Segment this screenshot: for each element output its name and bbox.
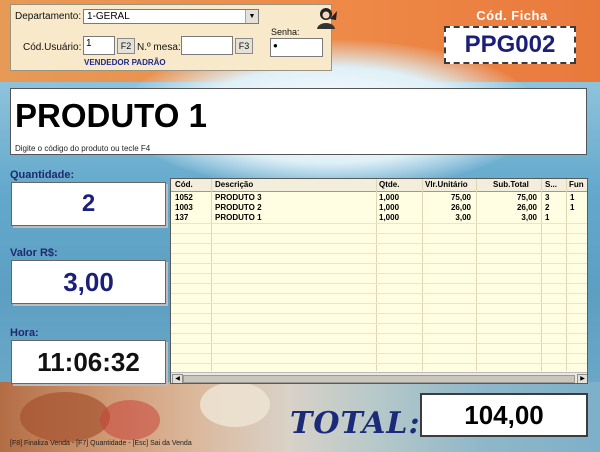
- table-number-label: N.º mesa:: [137, 42, 181, 53]
- price-field[interactable]: 3,00: [11, 260, 166, 304]
- cell-description: PRODUTO 3: [215, 193, 262, 202]
- grid-row-divider: [171, 253, 587, 254]
- password-label: Senha:: [271, 27, 300, 37]
- food-image: [200, 382, 270, 427]
- chevron-down-icon[interactable]: ▼: [245, 10, 258, 23]
- total-amount: 104,00: [420, 393, 588, 437]
- food-image: [100, 400, 160, 440]
- cell-quantity: 1,000: [379, 193, 400, 202]
- pos-screen: Departamento: 1-GERAL ▼ Cód.Usuário: 1 F…: [0, 0, 600, 452]
- grid-row-divider: [171, 303, 587, 304]
- grid-row-divider: [171, 223, 587, 224]
- user-avatar-icon: [317, 8, 337, 29]
- time-label: Hora:: [10, 327, 39, 339]
- grid-row-divider: [171, 333, 587, 334]
- cell-quantity: 1,000: [379, 213, 400, 222]
- ficha-title: Cód. Ficha: [476, 8, 548, 23]
- department-select[interactable]: 1-GERAL ▼: [83, 9, 259, 24]
- table-number-input[interactable]: [181, 36, 233, 55]
- quantity-label: Quantidade:: [10, 169, 75, 181]
- grid-row-divider: [171, 293, 587, 294]
- cell-code: 1003: [175, 203, 193, 212]
- cell-unit-price: 75,00: [450, 193, 471, 202]
- scroll-left-icon[interactable]: ◀: [172, 374, 183, 383]
- cell-subtotal: 3,00: [521, 213, 537, 222]
- cell-description: PRODUTO 2: [215, 203, 262, 212]
- column-header-fun[interactable]: Fun: [569, 180, 584, 189]
- product-name: PRODUTO 1: [15, 97, 207, 134]
- user-code-input[interactable]: 1: [83, 36, 115, 55]
- items-grid[interactable]: Cód. Descrição Qtde. Vlr.Unitário Sub.To…: [170, 178, 588, 384]
- cell-quantity: 1,000: [379, 203, 400, 212]
- order-header-panel: Departamento: 1-GERAL ▼ Cód.Usuário: 1 F…: [10, 4, 337, 71]
- pizza-image: [20, 392, 110, 442]
- grid-row-divider: [171, 233, 587, 234]
- cell-s: 3: [545, 193, 550, 202]
- cell-subtotal: 75,00: [516, 193, 537, 202]
- cell-subtotal: 26,00: [516, 203, 537, 212]
- scrollbar-thumb[interactable]: [183, 375, 575, 383]
- clock-display: 11:06:32: [11, 340, 166, 384]
- product-input-panel[interactable]: PRODUTO 1 Digite o código do produto ou …: [10, 88, 587, 155]
- cell-fun: 1: [570, 203, 575, 212]
- keyboard-shortcuts-hint: [F8] Finaliza Venda - [F7] Quantidade - …: [10, 440, 192, 447]
- cell-code: 137: [175, 213, 189, 222]
- cell-s: 1: [545, 213, 550, 222]
- password-input[interactable]: ●: [270, 38, 323, 57]
- grid-row-divider: [171, 313, 587, 314]
- ficha-code[interactable]: PPG002: [444, 26, 576, 64]
- user-lookup-button[interactable]: F2: [117, 38, 135, 54]
- cell-unit-price: 26,00: [450, 203, 471, 212]
- grid-row-divider: [171, 263, 587, 264]
- quantity-field[interactable]: 2: [11, 182, 166, 226]
- product-hint: Digite o código do produto ou tecle F4: [15, 144, 151, 153]
- table-lookup-button[interactable]: F3: [235, 38, 253, 54]
- table-row[interactable]: 137 PRODUTO 1 1,000 3,00 3,00 1: [171, 213, 587, 223]
- vendor-name: VENDEDOR PADRÃO: [84, 58, 166, 67]
- cell-fun: 1: [570, 193, 575, 202]
- scroll-right-icon[interactable]: ▶: [577, 374, 587, 383]
- department-value: 1-GERAL: [87, 11, 130, 22]
- grid-row-divider: [171, 323, 587, 324]
- column-header-quantity[interactable]: Qtde.: [379, 180, 399, 189]
- user-code-label: Cód.Usuário:: [23, 42, 82, 53]
- grid-row-divider: [171, 243, 587, 244]
- grid-header: Cód. Descrição Qtde. Vlr.Unitário Sub.To…: [171, 179, 587, 192]
- grid-row-divider: [171, 353, 587, 354]
- grid-row-divider: [171, 273, 587, 274]
- column-header-s[interactable]: S...: [545, 180, 557, 189]
- department-label: Departamento:: [15, 11, 82, 22]
- grid-row-divider: [171, 363, 587, 364]
- column-header-description[interactable]: Descrição: [215, 180, 253, 189]
- cell-code: 1052: [175, 193, 193, 202]
- column-header-unit-price[interactable]: Vlr.Unitário: [425, 180, 468, 189]
- horizontal-scrollbar[interactable]: ◀ ▶: [171, 372, 587, 383]
- total-label: TOTAL:: [290, 406, 421, 441]
- grid-row-divider: [171, 343, 587, 344]
- table-row[interactable]: 1003 PRODUTO 2 1,000 26,00 26,00 2 1: [171, 203, 587, 213]
- column-header-code[interactable]: Cód.: [175, 180, 193, 189]
- column-header-subtotal[interactable]: Sub.Total: [493, 180, 529, 189]
- table-row[interactable]: 1052 PRODUTO 3 1,000 75,00 75,00 3 1: [171, 193, 587, 203]
- cell-description: PRODUTO 1: [215, 213, 262, 222]
- price-label: Valor R$:: [10, 247, 58, 259]
- cell-s: 2: [545, 203, 550, 212]
- grid-row-divider: [171, 283, 587, 284]
- key-icon: ●: [273, 41, 278, 50]
- cell-unit-price: 3,00: [455, 213, 471, 222]
